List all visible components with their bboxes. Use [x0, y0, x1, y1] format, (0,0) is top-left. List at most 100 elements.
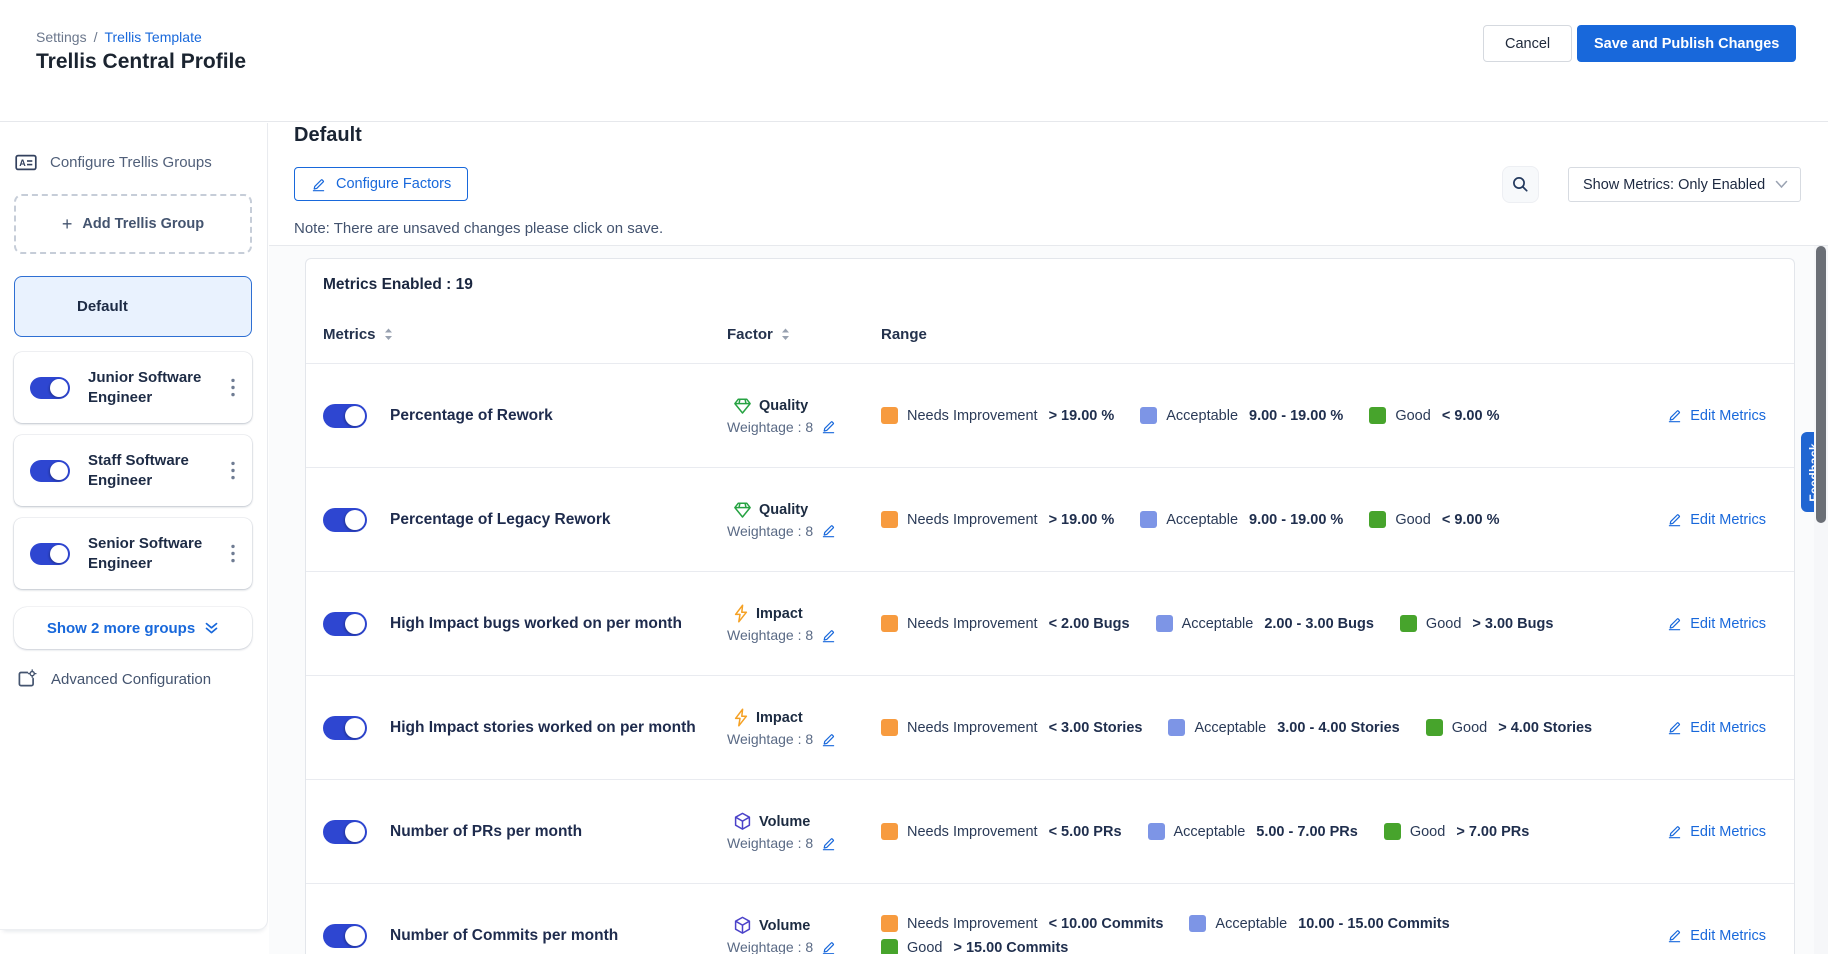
page-title: Trellis Central Profile	[36, 50, 246, 74]
double-chevron-down-icon	[204, 621, 219, 635]
metric-enabled-toggle[interactable]	[323, 716, 367, 740]
show-metrics-filter-dropdown[interactable]: Show Metrics: Only Enabled	[1568, 167, 1801, 202]
edit-weightage-icon[interactable]	[821, 419, 836, 434]
search-icon	[1511, 175, 1530, 194]
edit-metrics-link[interactable]: Edit Metrics	[1667, 408, 1794, 424]
metric-enabled-toggle[interactable]	[323, 924, 367, 948]
column-header-range: Range	[881, 326, 1656, 343]
sidebar-group-card[interactable]: Senior Software Engineer	[14, 518, 252, 589]
metric-row: Number of PRs per month Volume Weightage…	[306, 779, 1794, 883]
metric-row: High Impact stories worked on per month …	[306, 675, 1794, 779]
range-chip: Needs Improvement> 19.00 %	[881, 511, 1114, 528]
good-color-swatch	[1369, 511, 1386, 528]
edit-metrics-link[interactable]: Edit Metrics	[1667, 512, 1794, 528]
unsaved-changes-note: Note: There are unsaved changes please c…	[294, 220, 663, 237]
metric-enabled-toggle[interactable]	[323, 508, 367, 532]
show-more-groups-label: Show 2 more groups	[47, 620, 195, 637]
impact-bolt-icon	[733, 708, 749, 727]
good-color-swatch	[1400, 615, 1417, 632]
range-cell: Needs Improvement< 3.00 StoriesAcceptabl…	[881, 719, 1656, 736]
acceptable-color-swatch	[1168, 719, 1185, 736]
edit-metrics-link[interactable]: Edit Metrics	[1667, 824, 1794, 840]
table-body: Percentage of Rework Quality Weightage :…	[306, 363, 1794, 954]
table-header-row: Metrics Factor Range	[306, 311, 1794, 357]
range-cell: Needs Improvement> 19.00 % Acceptable9.00…	[881, 511, 1656, 528]
configure-factors-label: Configure Factors	[336, 176, 451, 192]
metric-row: Percentage of Legacy Rework Quality Weig…	[306, 467, 1794, 571]
advanced-configuration-label: Advanced Configuration	[51, 671, 211, 688]
range-value: < 10.00 Commits	[1049, 916, 1164, 932]
column-header-factor[interactable]: Factor	[727, 326, 881, 343]
range-label: Acceptable	[1182, 616, 1254, 632]
sidebar-group-card[interactable]: Staff Software Engineer	[14, 435, 252, 506]
breadcrumb-separator: /	[94, 29, 98, 45]
kebab-menu-icon[interactable]	[223, 375, 243, 401]
kebab-menu-icon[interactable]	[223, 541, 243, 567]
column-header-metrics[interactable]: Metrics	[323, 326, 727, 343]
group-enabled-toggle[interactable]	[30, 377, 70, 399]
range-chip: Acceptable9.00 - 19.00 %	[1140, 407, 1343, 424]
range-label: Acceptable	[1166, 408, 1238, 424]
sidebar: A Configure Trellis Groups + Add Trellis…	[0, 123, 268, 930]
edit-pencil-icon	[1667, 512, 1682, 527]
range-label: Needs Improvement	[907, 824, 1038, 840]
group-enabled-toggle[interactable]	[30, 460, 70, 482]
edit-weightage-icon[interactable]	[821, 523, 836, 538]
cancel-button[interactable]: Cancel	[1483, 25, 1572, 62]
range-value: > 7.00 PRs	[1456, 824, 1529, 840]
weightage-text: Weightage : 8	[727, 731, 813, 747]
sort-icon[interactable]	[781, 328, 790, 341]
metric-enabled-toggle[interactable]	[323, 820, 367, 844]
group-enabled-toggle[interactable]	[30, 543, 70, 565]
kebab-menu-icon[interactable]	[223, 458, 243, 484]
metric-row: High Impact bugs worked on per month Imp…	[306, 571, 1794, 675]
range-value: 10.00 - 15.00 Commits	[1298, 916, 1450, 932]
quality-gem-icon	[733, 501, 752, 519]
edit-weightage-icon[interactable]	[821, 628, 836, 643]
needs_improvement-color-swatch	[881, 407, 898, 424]
breadcrumb-trellis-template[interactable]: Trellis Template	[104, 29, 201, 45]
breadcrumb-settings[interactable]: Settings	[36, 29, 87, 45]
edit-metrics-link[interactable]: Edit Metrics	[1667, 928, 1794, 944]
edit-weightage-icon[interactable]	[821, 940, 836, 954]
acceptable-color-swatch	[1189, 915, 1206, 932]
edit-metrics-link[interactable]: Edit Metrics	[1667, 616, 1794, 632]
sidebar-section-title: Configure Trellis Groups	[50, 154, 212, 171]
search-button[interactable]	[1502, 166, 1539, 203]
metric-name: Number of Commits per month	[390, 927, 618, 945]
edit-pencil-icon	[1667, 928, 1682, 943]
needs_improvement-color-swatch	[881, 823, 898, 840]
range-label: Good	[907, 940, 942, 954]
save-and-publish-button[interactable]: Save and Publish Changes	[1577, 25, 1796, 62]
default-group-label: Default	[77, 298, 128, 315]
edit-weightage-icon[interactable]	[821, 836, 836, 851]
factor-label: Impact	[756, 710, 803, 726]
range-value: > 4.00 Stories	[1498, 720, 1592, 736]
sidebar-item-default-group[interactable]: Default	[14, 276, 252, 337]
metric-enabled-toggle[interactable]	[323, 404, 367, 428]
good-color-swatch	[1426, 719, 1443, 736]
edit-weightage-icon[interactable]	[821, 732, 836, 747]
sidebar-group-card[interactable]: Junior Software Engineer	[14, 352, 252, 423]
quality-gem-icon	[733, 397, 752, 415]
show-more-groups-button[interactable]: Show 2 more groups	[14, 607, 252, 649]
acceptable-color-swatch	[1140, 511, 1157, 528]
factor-label: Quality	[759, 502, 808, 518]
vertical-scrollbar-thumb[interactable]	[1816, 246, 1826, 523]
edit-metrics-link[interactable]: Edit Metrics	[1667, 720, 1794, 736]
range-cell: Needs Improvement> 19.00 %Acceptable9.00…	[881, 407, 1656, 424]
metric-name: High Impact bugs worked on per month	[390, 615, 682, 633]
needs_improvement-color-swatch	[881, 511, 898, 528]
range-chip: Needs Improvement< 5.00 PRs	[881, 823, 1122, 840]
configure-factors-button[interactable]: Configure Factors	[294, 167, 468, 201]
metric-enabled-toggle[interactable]	[323, 612, 367, 636]
sort-icon[interactable]	[384, 328, 393, 341]
add-trellis-group-button[interactable]: + Add Trellis Group	[14, 194, 252, 254]
svg-text:A: A	[19, 158, 26, 168]
metric-row: Number of Commits per month Volume Weigh…	[306, 883, 1794, 954]
range-chip: Acceptable9.00 - 19.00 %	[1140, 511, 1343, 528]
good-color-swatch	[881, 939, 898, 954]
range-value: 5.00 - 7.00 PRs	[1256, 824, 1358, 840]
trellis-groups-badge-icon: A	[15, 153, 37, 172]
advanced-configuration-button[interactable]: Advanced Configuration	[17, 669, 211, 689]
